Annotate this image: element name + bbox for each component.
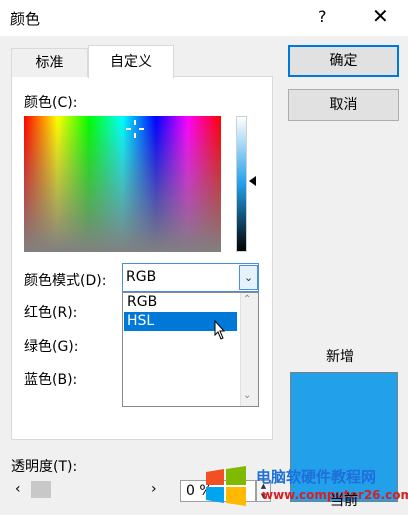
tab-standard[interactable]: 标准 xyxy=(11,48,88,77)
option-rgb[interactable]: RGB xyxy=(124,293,237,312)
slider-right-icon[interactable]: › xyxy=(151,481,157,497)
green-label: 绿色(G): xyxy=(24,339,79,355)
cancel-button[interactable]: 取消 xyxy=(288,89,399,121)
title-bar xyxy=(0,0,408,36)
scroll-up-icon[interactable]: ⌃ xyxy=(243,294,251,305)
close-button[interactable]: ✕ xyxy=(372,4,389,28)
color-mode-label: 颜色模式(D): xyxy=(24,273,107,289)
transparency-slider-thumb[interactable] xyxy=(31,481,51,498)
tab-custom[interactable]: 自定义 xyxy=(88,45,174,78)
ok-button[interactable]: 确定 xyxy=(288,45,399,77)
chevron-down-icon[interactable]: ⌄ xyxy=(239,265,258,290)
color-mode-value: RGB xyxy=(126,269,157,285)
current-color-label: 当前 xyxy=(330,493,358,509)
blue-label: 蓝色(B): xyxy=(24,372,78,388)
red-label: 红色(R): xyxy=(24,305,78,321)
watermark-title: 电脑软硬件教程网 xyxy=(256,468,377,486)
new-color-label: 新增 xyxy=(326,349,354,365)
mouse-cursor-icon xyxy=(214,320,226,340)
slider-left-icon[interactable]: ‹ xyxy=(15,481,21,497)
help-button[interactable]: ? xyxy=(318,7,327,26)
windows-logo-icon xyxy=(206,466,246,506)
transparency-label: 透明度(T): xyxy=(11,459,78,475)
scroll-down-icon[interactable]: ⌄ xyxy=(243,390,251,401)
luminance-arrow-icon[interactable] xyxy=(249,176,256,186)
colors-label: 颜色(C): xyxy=(24,95,78,111)
crosshair-icon xyxy=(126,120,144,138)
dialog-title: 颜色 xyxy=(10,10,41,28)
color-spectrum[interactable] xyxy=(24,116,221,252)
luminance-bar[interactable] xyxy=(236,116,247,252)
